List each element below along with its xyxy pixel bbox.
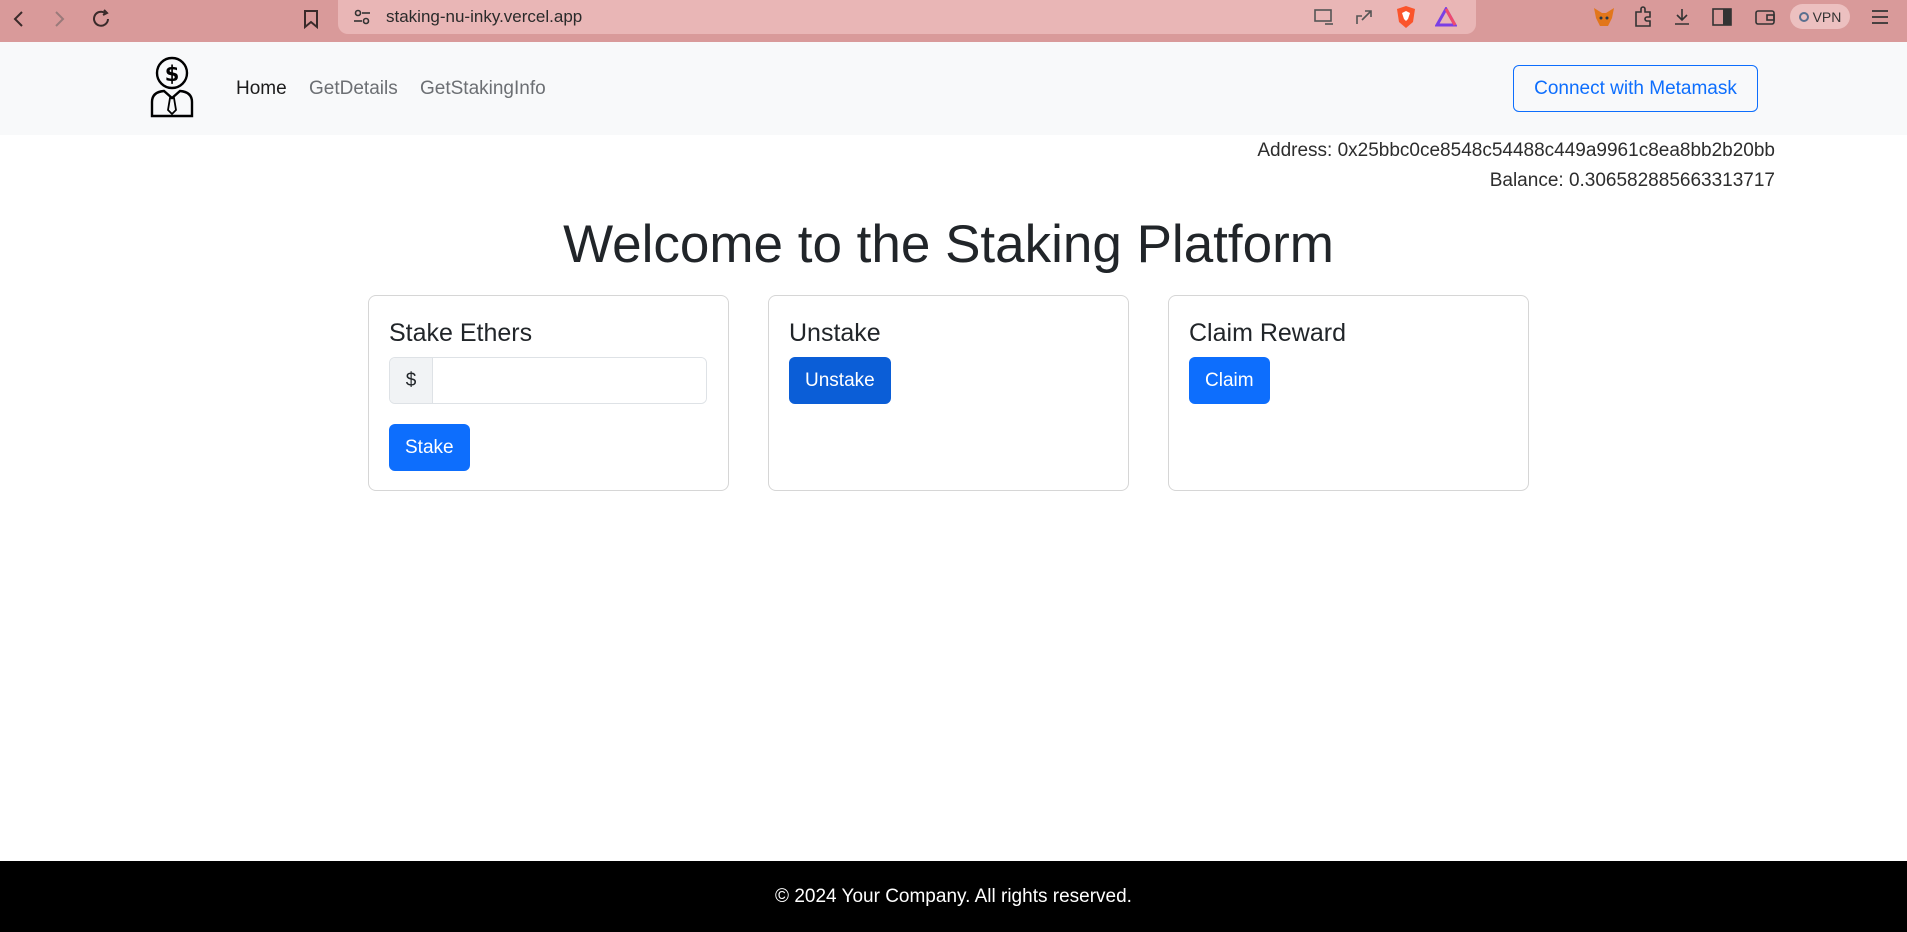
stake-amount-input[interactable] [433,358,706,403]
investor-logo-icon[interactable]: $ [148,56,196,118]
download-icon[interactable] [1668,3,1696,31]
nav-link-home[interactable]: Home [236,78,287,100]
wallet-balance: Balance: 0.306582885663313717 [1489,170,1775,191]
page-footer: © 2024 Your Company. All rights reserved… [0,861,1907,932]
back-icon[interactable] [4,4,34,34]
url-text: staking-nu-inky.vercel.app [386,7,583,26]
claim-reward-card: Claim Reward Claim [1168,295,1529,491]
claim-button[interactable]: Claim [1189,357,1270,404]
vpn-label: VPN [1812,8,1842,25]
browser-toolbar: staking-nu-inky.vercel.app VPN [0,0,1907,42]
nav-link-getdetails[interactable]: GetDetails [309,78,398,100]
reload-icon[interactable] [86,4,116,34]
stake-amount-group: $ [389,357,707,404]
menu-icon[interactable] [1866,3,1894,31]
share-icon[interactable] [1350,3,1378,31]
unstake-button[interactable]: Unstake [789,357,891,404]
nav-link-getstakinginfo[interactable]: GetStakingInfo [420,78,546,100]
cast-icon[interactable] [1310,3,1338,31]
claim-card-title: Claim Reward [1189,319,1346,347]
metamask-fox-icon[interactable] [1590,3,1618,31]
connect-metamask-button[interactable]: Connect with Metamask [1513,65,1758,112]
brave-rewards-icon[interactable] [1432,3,1460,31]
unstake-card-title: Unstake [789,319,881,347]
vpn-status-icon [1798,11,1809,22]
footer-copyright: © 2024 Your Company. All rights reserved… [775,885,1132,907]
bookmark-icon[interactable] [296,4,326,34]
vpn-button[interactable]: VPN [1790,4,1850,29]
address-bar[interactable]: staking-nu-inky.vercel.app [338,0,1476,34]
wallet-icon[interactable] [1751,3,1779,31]
page-title: Welcome to the Staking Platform [563,215,1334,274]
site-settings-icon[interactable] [348,3,376,31]
svg-text:$: $ [165,62,180,86]
stake-card-title: Stake Ethers [389,319,533,347]
forward-icon[interactable] [44,4,74,34]
brave-shield-icon[interactable] [1392,3,1420,31]
unstake-card: Unstake Unstake [768,295,1129,491]
app-navbar: $ Home GetDetails GetStakingInfo Connect… [0,42,1907,135]
stake-button[interactable]: Stake [389,424,470,471]
sidebar-icon[interactable] [1708,3,1736,31]
wallet-address: Address: 0x25bbc0ce8548c54488c449a9961c8… [1257,140,1775,161]
extensions-icon[interactable] [1629,3,1657,31]
currency-addon: $ [390,358,433,403]
stake-card: Stake Ethers $ Stake [368,295,729,491]
